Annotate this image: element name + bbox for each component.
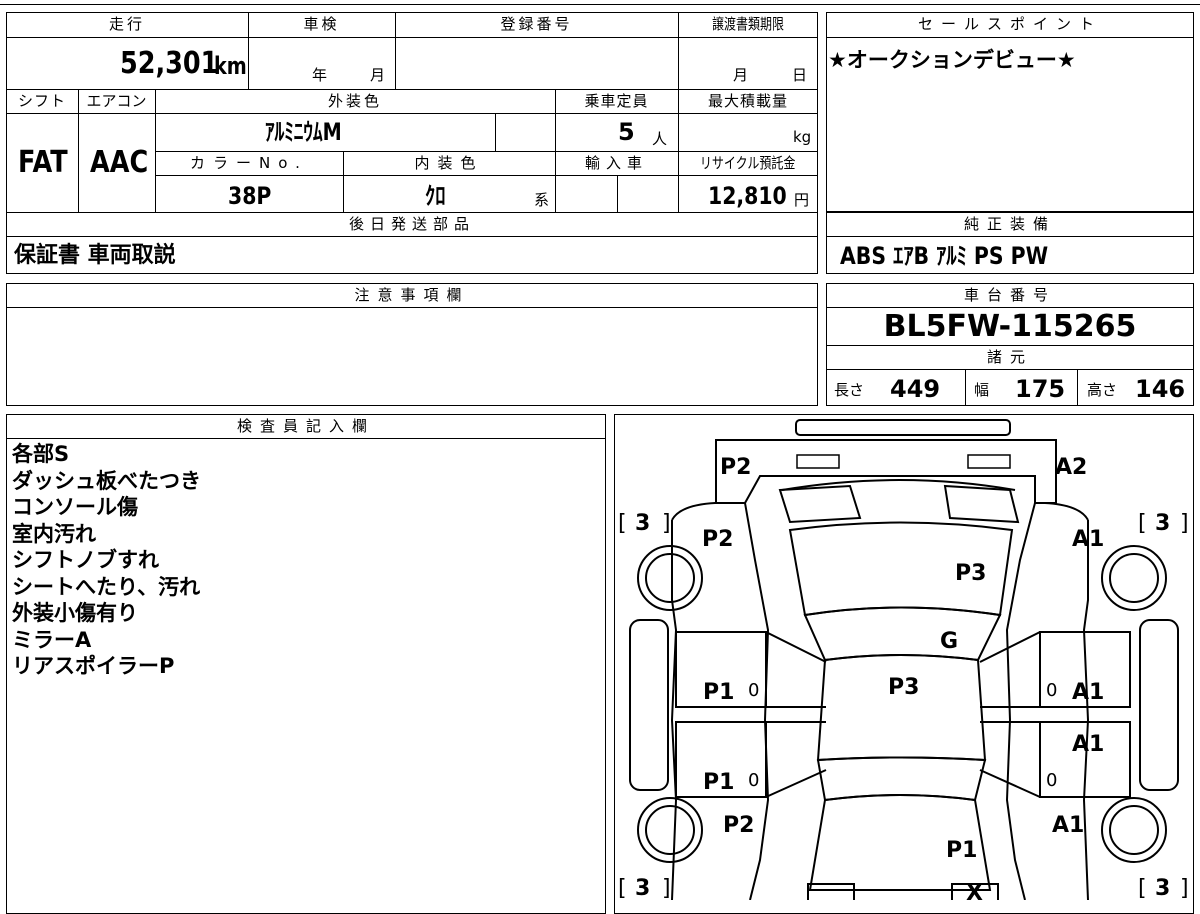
label-rear-mark: X bbox=[966, 881, 983, 900]
note-line: シートへたり、汚れ bbox=[12, 574, 201, 599]
note-line: リアスポイラーP bbox=[12, 654, 175, 678]
capacity-unit: 人 bbox=[652, 130, 668, 148]
label-roof: P3 bbox=[888, 675, 919, 700]
recycle-fee-value: 12,810 bbox=[708, 182, 787, 210]
label-rear-door-left: P1 bbox=[703, 770, 734, 795]
note-line: ミラーA bbox=[12, 627, 92, 652]
color-no-header: カラーNo. bbox=[190, 154, 308, 172]
interior-color-header: 内装色 bbox=[414, 154, 484, 172]
note-line: 室内汚れ bbox=[12, 521, 96, 546]
top-edge-line bbox=[0, 4, 1200, 5]
shift-header: シフト bbox=[17, 92, 66, 110]
tire-fr-bracket-close: ] bbox=[1180, 511, 1189, 536]
length-value: 449 bbox=[890, 375, 941, 403]
label-front-door-left: P1 bbox=[703, 680, 734, 705]
capacity-header: 乗車定員 bbox=[584, 92, 649, 110]
label-rear-door-right: A1 bbox=[1072, 732, 1104, 757]
selling-point-header: セールスポイント bbox=[917, 15, 1102, 33]
shift-value: FAT bbox=[18, 145, 68, 180]
mirror-left-top: 0 bbox=[748, 680, 759, 701]
tire-fr-grade: 3 bbox=[1155, 511, 1170, 536]
mirror-right-bottom: 0 bbox=[1046, 770, 1057, 791]
note-line: コンソール傷 bbox=[12, 495, 138, 519]
label-hood: P3 bbox=[955, 561, 986, 586]
interior-color-suffix: 系 bbox=[534, 191, 550, 209]
chassis-value: BL5FW-115265 bbox=[883, 309, 1137, 344]
inspection-month-label: 月 bbox=[370, 66, 386, 84]
chassis-header: 車台番号 bbox=[963, 286, 1056, 304]
tire-fr-bracket-open: [ bbox=[1138, 511, 1147, 536]
deadline-day-label: 日 bbox=[792, 66, 808, 84]
label-trunk: P1 bbox=[946, 838, 977, 863]
width-label: 幅 bbox=[974, 381, 990, 399]
equipment-header: 純正装備 bbox=[963, 215, 1056, 233]
label-rear-fender-left: P2 bbox=[723, 813, 754, 838]
exterior-color-value: ｱﾙﾐﾆｳﾑM bbox=[265, 118, 342, 146]
tire-rl-bracket-open: [ bbox=[618, 876, 627, 900]
aircon-value: AAC bbox=[90, 145, 149, 180]
tire-rr-bracket-close: ] bbox=[1180, 876, 1189, 900]
inspector-header: 検査員記入欄 bbox=[236, 417, 375, 435]
color-no-value: 38P bbox=[228, 182, 272, 210]
note-line: ダッシュ板べたつき bbox=[12, 468, 201, 493]
import-car-header: 輸入車 bbox=[584, 154, 648, 172]
note-line: シフトノブすれ bbox=[12, 548, 159, 572]
caution-header: 注意事項欄 bbox=[354, 286, 470, 304]
label-fender-front-right: A1 bbox=[1072, 527, 1104, 552]
deadline-month-label: 月 bbox=[733, 66, 749, 84]
tire-rr-grade: 3 bbox=[1155, 876, 1170, 900]
label-windshield: G bbox=[940, 629, 958, 654]
equipment-value: ABS ｴｱB ｱﾙﾐ PS PW bbox=[840, 242, 1049, 270]
yen-unit: 円 bbox=[794, 191, 810, 209]
tire-rl-grade: 3 bbox=[635, 876, 650, 900]
length-label: 長さ bbox=[834, 381, 865, 399]
label-fender-front-left: P2 bbox=[702, 527, 733, 552]
recycle-fee-header: リサイクル預託金 bbox=[700, 154, 796, 172]
label-front-right: A2 bbox=[1055, 455, 1087, 480]
tire-fl-bracket-close: ] bbox=[662, 511, 671, 536]
tire-fl-grade: 3 bbox=[635, 511, 650, 536]
note-line: 各部S bbox=[12, 442, 70, 466]
mirror-left-bottom: 0 bbox=[748, 770, 759, 791]
registration-header: 登録番号 bbox=[500, 15, 573, 33]
width-value: 175 bbox=[1015, 375, 1066, 403]
later-parts-header: 後日発送部品 bbox=[348, 215, 475, 233]
height-value: 146 bbox=[1135, 375, 1186, 403]
capacity-value: 5 bbox=[618, 118, 635, 146]
mirror-right-top: 0 bbox=[1046, 680, 1057, 701]
mileage-header: 走行 bbox=[108, 15, 145, 33]
max-load-header: 最大積載量 bbox=[707, 92, 788, 110]
tire-rr-bracket-open: [ bbox=[1138, 876, 1147, 900]
label-rear-fender-right: A1 bbox=[1052, 813, 1084, 838]
load-unit: kg bbox=[793, 128, 812, 146]
label-front-left: P2 bbox=[720, 455, 751, 480]
later-parts-value: 保証書 車両取説 bbox=[14, 243, 176, 268]
specs-header: 諸元 bbox=[986, 348, 1033, 366]
height-label: 高さ bbox=[1087, 381, 1118, 399]
interior-color-value: ｸﾛ bbox=[425, 182, 446, 210]
mileage-unit: km bbox=[214, 52, 247, 80]
selling-point-value: ★オークションデビュー★ bbox=[828, 48, 1076, 72]
exterior-color-header: 外装色 bbox=[327, 92, 382, 110]
tire-rl-bracket-close: ] bbox=[662, 876, 671, 900]
mileage-value: 52,301 bbox=[120, 46, 219, 81]
inspector-notes: 各部S ダッシュ板べたつき コンソール傷 室内汚れ シフトノブすれ シートへたり… bbox=[12, 441, 201, 680]
tire-fl-bracket-open: [ bbox=[618, 511, 627, 536]
car-diagram: P2 A2 P2 A1 P3 G P3 P1 A1 A1 P1 P2 A1 P1… bbox=[618, 419, 1189, 900]
selling-point-box bbox=[826, 12, 1194, 212]
transfer-deadline-header: 譲渡書類期限 bbox=[711, 15, 784, 33]
inspection-header: 車検 bbox=[303, 15, 340, 33]
note-line: 外装小傷有り bbox=[12, 601, 138, 625]
aircon-header: エアコン bbox=[86, 92, 147, 110]
inspection-year-label: 年 bbox=[312, 66, 328, 84]
label-front-door-right: A1 bbox=[1072, 680, 1104, 705]
